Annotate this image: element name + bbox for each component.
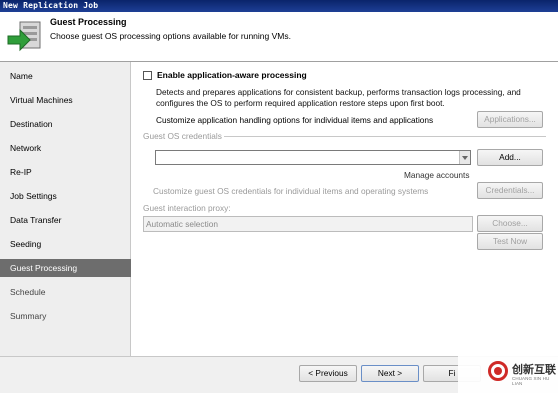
window-title-bar: New Replication Job bbox=[0, 0, 558, 12]
sidebar-item-guest-processing[interactable]: Guest Processing bbox=[0, 259, 131, 277]
app-aware-checkbox[interactable] bbox=[143, 71, 152, 80]
sidebar-item-network[interactable]: Network bbox=[0, 139, 131, 157]
sidebar-item-job-settings[interactable]: Job Settings bbox=[0, 187, 131, 205]
wizard-steps-sidebar: Name Virtual Machines Destination Networ… bbox=[0, 62, 131, 356]
guest-credentials-group-label: Guest OS credentials bbox=[143, 131, 222, 141]
credentials-button[interactable]: Credentials... bbox=[477, 182, 543, 199]
page-title: Guest Processing bbox=[50, 17, 127, 27]
watermark-logo-icon bbox=[488, 361, 508, 381]
chevron-down-icon[interactable] bbox=[459, 151, 470, 164]
test-now-button[interactable]: Test Now bbox=[477, 233, 543, 250]
watermark-subtext: CHUANG XIN HU LIAN bbox=[512, 376, 550, 386]
proxy-label: Guest interaction proxy: bbox=[143, 203, 231, 213]
sidebar-item-schedule[interactable]: Schedule bbox=[0, 283, 131, 301]
sidebar-item-virtual-machines[interactable]: Virtual Machines bbox=[0, 91, 131, 109]
choose-proxy-button[interactable]: Choose... bbox=[477, 215, 543, 232]
replication-icon bbox=[7, 21, 41, 52]
customize-applications-text: Customize application handling options f… bbox=[156, 115, 434, 125]
window-title: New Replication Job bbox=[3, 1, 99, 10]
app-aware-description: Detects and prepares applications for co… bbox=[156, 87, 521, 108]
proxy-field[interactable]: Automatic selection bbox=[143, 216, 473, 232]
manage-accounts-link[interactable]: Manage accounts bbox=[404, 170, 470, 180]
watermark-text: 创新互联 bbox=[512, 363, 556, 376]
previous-button[interactable]: < Previous bbox=[299, 365, 357, 382]
page-header: Guest Processing Choose guest OS process… bbox=[0, 12, 558, 62]
credentials-dropdown[interactable] bbox=[155, 150, 471, 165]
main-panel: Enable application-aware processing Dete… bbox=[132, 62, 558, 356]
sidebar-item-destination[interactable]: Destination bbox=[0, 115, 131, 133]
sidebar-item-seeding[interactable]: Seeding bbox=[0, 235, 131, 253]
sidebar-item-name[interactable]: Name bbox=[0, 67, 131, 85]
customize-credentials-text: Customize guest OS credentials for indiv… bbox=[153, 186, 429, 196]
next-button[interactable]: Next > bbox=[361, 365, 419, 382]
group-divider bbox=[224, 136, 546, 137]
add-credentials-button[interactable]: Add... bbox=[477, 149, 543, 166]
sidebar-item-re-ip[interactable]: Re-IP bbox=[0, 163, 131, 181]
applications-button[interactable]: Applications... bbox=[477, 111, 543, 128]
watermark: 创新互联 CHUANG XIN HU LIAN bbox=[458, 349, 558, 393]
sidebar-item-data-transfer[interactable]: Data Transfer bbox=[0, 211, 131, 229]
sidebar-item-summary[interactable]: Summary bbox=[0, 307, 131, 325]
app-aware-label[interactable]: Enable application-aware processing bbox=[157, 70, 307, 80]
page-description: Choose guest OS processing options avail… bbox=[50, 31, 291, 41]
